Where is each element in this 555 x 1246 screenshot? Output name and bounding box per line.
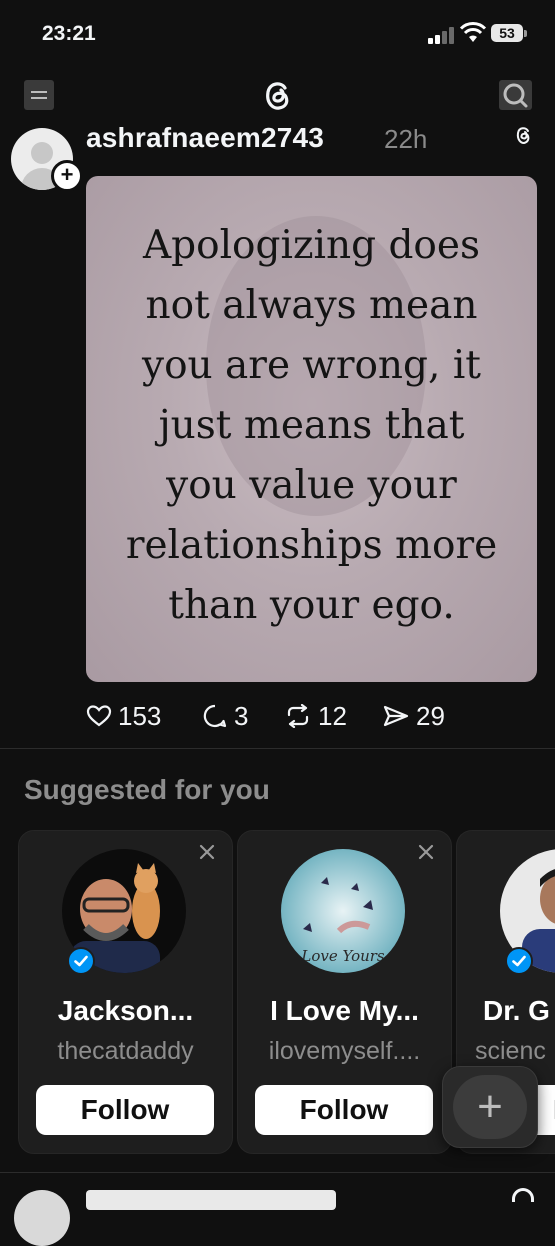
post-timestamp: 22h (384, 124, 428, 154)
plus-icon: + (477, 1082, 503, 1131)
threads-logo[interactable] (258, 76, 296, 114)
share-button[interactable]: 29 (382, 696, 445, 736)
comment-icon (203, 704, 227, 728)
suggestion-handle: scienc (475, 1037, 546, 1065)
follow-button[interactable]: Follow (36, 1085, 214, 1135)
post-username[interactable]: ashrafnaeem2743 (86, 122, 324, 154)
post-image-quote[interactable]: Apologizing does not always mean you are… (86, 176, 537, 682)
menu-icon[interactable] (24, 80, 54, 110)
avatar-text: Love Yours (300, 947, 385, 965)
status-time: 23:21 (42, 22, 96, 45)
divider (0, 1172, 555, 1173)
author-avatar[interactable]: + (11, 128, 83, 192)
avatar[interactable]: Love Yours (281, 849, 405, 973)
quote-line: Apologizing does (142, 223, 481, 268)
suggestion-handle: ilovemyself.... (268, 1037, 421, 1065)
feed-post: + ashrafnaeem2743 22h Apologizing does n… (0, 120, 555, 748)
suggestion-card[interactable]: Love Yours I Love My... ilovemyself.... … (237, 830, 452, 1154)
follow-button[interactable]: Follow (255, 1085, 433, 1135)
suggested-title: Suggested for you (24, 774, 270, 805)
quote-line: you value your (166, 463, 457, 508)
suggestion-name: I Love My... (270, 995, 419, 1026)
reply-count: 3 (234, 700, 249, 731)
quote-line: than your ego. (168, 583, 455, 628)
top-nav (0, 68, 555, 120)
divider (0, 748, 555, 749)
suggestion-handle: thecatdaddy (57, 1037, 194, 1065)
status-bar: 23:21 53 (0, 0, 555, 68)
reply-button[interactable]: 3 (202, 696, 248, 736)
quote-text: Apologizing does not always mean you are… (86, 216, 537, 636)
new-thread-button[interactable]: + (442, 1066, 538, 1148)
suggestion-name: Dr. G (483, 995, 550, 1026)
threads-small-icon (516, 127, 530, 145)
quote-line: you are wrong, it (142, 343, 481, 388)
suggestion-card[interactable]: Jackson... thecatdaddy Follow (18, 830, 233, 1154)
quote-line: relationships more (125, 523, 498, 568)
search-icon[interactable] (499, 80, 532, 110)
quote-line: just means that (158, 403, 465, 448)
repost-icon (287, 704, 309, 728)
share-count: 29 (416, 700, 445, 731)
verified-badge-icon (67, 947, 95, 975)
follow-plus-icon[interactable]: + (51, 160, 83, 192)
post-username[interactable] (86, 1190, 336, 1210)
avatar[interactable] (14, 1190, 70, 1246)
close-icon[interactable] (198, 843, 216, 861)
repost-button[interactable]: 12 (284, 696, 347, 736)
battery-indicator: 53 (491, 24, 527, 42)
close-icon[interactable] (417, 843, 435, 861)
heart-icon (86, 705, 112, 727)
cellular-signal-icon (428, 26, 458, 44)
like-count: 153 (118, 700, 162, 731)
post-actions: 153 3 12 29 (86, 696, 546, 736)
wifi-icon (459, 22, 487, 42)
quote-line: not always mean (145, 283, 478, 328)
suggestion-name: Jackson... (57, 995, 194, 1026)
like-button[interactable]: 153 (86, 696, 161, 736)
send-icon (383, 705, 409, 727)
verified-badge-icon (505, 947, 533, 975)
repost-count: 12 (318, 700, 347, 731)
